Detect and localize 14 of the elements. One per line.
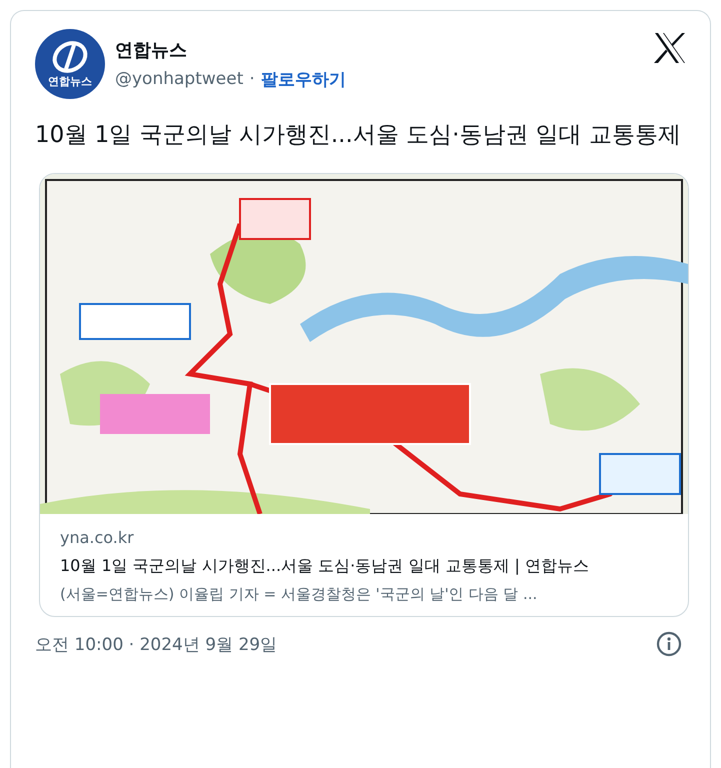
tweet-text: 10월 1일 국군의날 시가행진...서울 도심·동남권 일대 교통통제: [35, 121, 682, 150]
x-logo-icon[interactable]: [654, 33, 686, 63]
tweet-timestamp[interactable]: 오전 10:00 · 2024년 9월 29일: [35, 632, 278, 656]
link-card[interactable]: yna.co.kr 10월 1일 국군의날 시가행진...서울 도심·동남권 일대 교통통제 | 연합뉴스 (서울=연합뉴스) 이율립 기자 = 서울경찰청은 '국군의 날'인 다음 달 ...: [39, 173, 689, 617]
follow-link[interactable]: 팔로우하기: [260, 68, 346, 90]
avatar-label: 연합뉴스: [48, 74, 92, 89]
link-title: 10월 1일 국군의날 시가행진...서울 도심·동남권 일대 교통통제 | 연합뉴스: [60, 555, 590, 577]
link-description: (서울=연합뉴스) 이율립 기자 = 서울경찰청은 '국군의 날'인 다음 달 ...: [60, 585, 538, 604]
separator: ·: [249, 69, 255, 89]
info-icon[interactable]: [656, 631, 682, 657]
avatar[interactable]: 연합뉴스: [35, 29, 105, 99]
link-domain: yna.co.kr: [60, 528, 135, 547]
author-name[interactable]: 연합뉴스: [115, 38, 644, 62]
author-handle: @yonhaptweet: [115, 69, 244, 89]
